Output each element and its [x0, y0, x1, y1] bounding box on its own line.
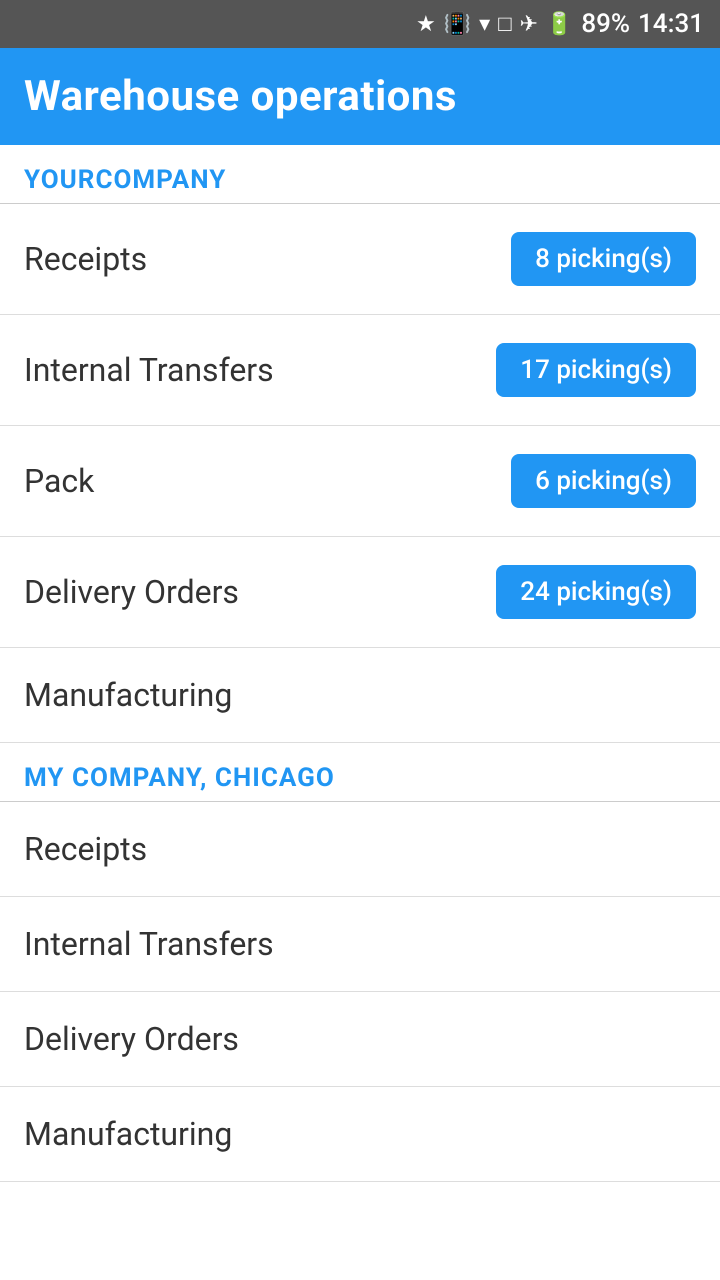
- page-title: Warehouse operations: [24, 72, 457, 121]
- list-item[interactable]: Delivery Orders: [0, 992, 720, 1087]
- battery-icon: 🔋: [546, 12, 573, 37]
- vibrate-icon: 📳: [444, 12, 471, 37]
- wifi-icon: ▾: [479, 12, 490, 37]
- operation-label-manufacturing-1: Manufacturing: [24, 676, 232, 714]
- picking-badge-delivery-1[interactable]: 24 picking(s): [496, 565, 696, 619]
- airplane-icon: ✈: [519, 12, 537, 37]
- section-chicago: MY COMPANY, CHICAGO Receipts Internal Tr…: [0, 743, 720, 1182]
- content: YOURCOMPANY Receipts 8 picking(s) Intern…: [0, 145, 720, 1182]
- section-header-yourcompany: YOURCOMPANY: [0, 145, 720, 203]
- operation-label-internal-1: Internal Transfers: [24, 351, 274, 389]
- list-item[interactable]: Delivery Orders 24 picking(s): [0, 537, 720, 648]
- list-item[interactable]: Manufacturing: [0, 1087, 720, 1182]
- picking-badge-internal-1[interactable]: 17 picking(s): [496, 343, 696, 397]
- list-item[interactable]: Internal Transfers 17 picking(s): [0, 315, 720, 426]
- sim-icon: □: [498, 11, 511, 37]
- list-item[interactable]: Receipts 8 picking(s): [0, 204, 720, 315]
- section-yourcompany: YOURCOMPANY Receipts 8 picking(s) Intern…: [0, 145, 720, 743]
- picking-badge-pack[interactable]: 6 picking(s): [511, 454, 696, 508]
- list-item[interactable]: Receipts: [0, 802, 720, 897]
- battery-percent: 89%: [581, 9, 630, 39]
- app-header: Warehouse operations: [0, 48, 720, 145]
- list-item[interactable]: Internal Transfers: [0, 897, 720, 992]
- operation-label-pack: Pack: [24, 462, 94, 500]
- operation-label-internal-2: Internal Transfers: [24, 925, 274, 963]
- section-header-chicago: MY COMPANY, CHICAGO: [0, 743, 720, 801]
- status-icons: ★ 📳 ▾ □ ✈ 🔋 89% 14:31: [416, 9, 704, 39]
- status-bar: ★ 📳 ▾ □ ✈ 🔋 89% 14:31: [0, 0, 720, 48]
- operation-label-manufacturing-2: Manufacturing: [24, 1115, 232, 1153]
- list-item[interactable]: Pack 6 picking(s): [0, 426, 720, 537]
- operation-label-receipts-1: Receipts: [24, 240, 147, 278]
- operation-label-receipts-2: Receipts: [24, 830, 147, 868]
- list-item[interactable]: Manufacturing: [0, 648, 720, 743]
- picking-badge-receipts-1[interactable]: 8 picking(s): [511, 232, 696, 286]
- bluetooth-icon: ★: [416, 12, 436, 37]
- clock: 14:31: [638, 9, 704, 39]
- operation-label-delivery-2: Delivery Orders: [24, 1020, 239, 1058]
- operation-label-delivery-1: Delivery Orders: [24, 573, 239, 611]
